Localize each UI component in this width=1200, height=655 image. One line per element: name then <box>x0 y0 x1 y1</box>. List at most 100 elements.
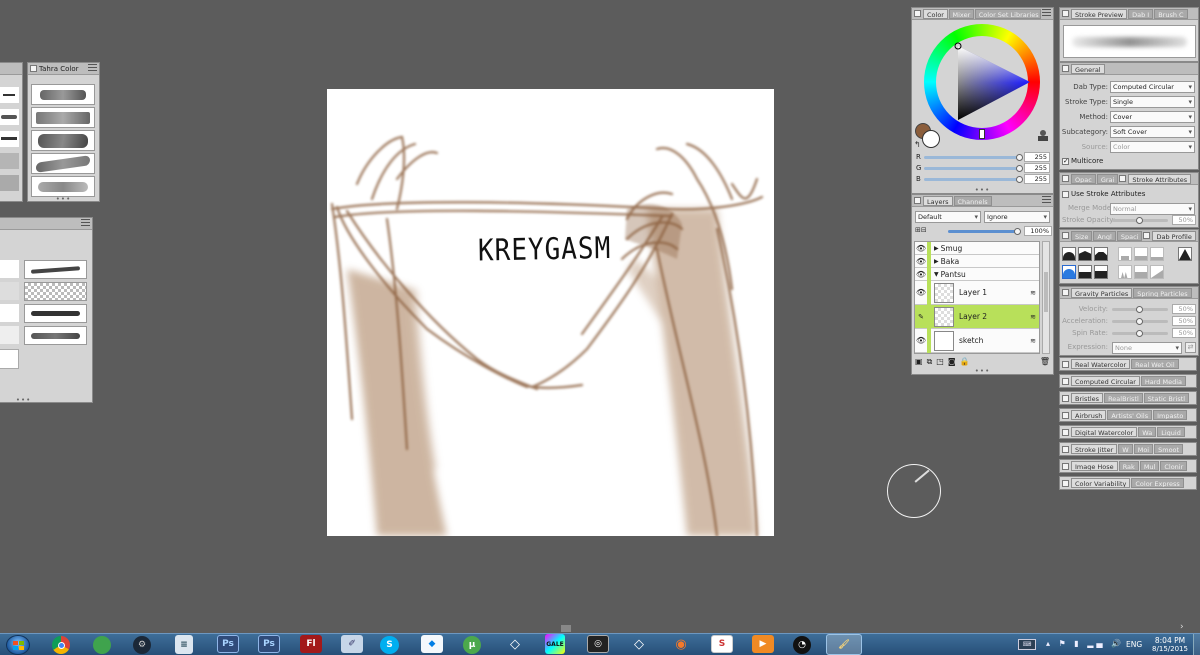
flash-icon[interactable]: Fl <box>300 635 322 653</box>
tab-real-watercolor[interactable]: Real Watercolor <box>1071 359 1131 369</box>
blend-mode-select[interactable]: Default <box>915 211 981 223</box>
stroke-attributes-titlebar[interactable]: Opac Grai Stroke Attributes <box>1060 173 1198 185</box>
brush-swatch[interactable] <box>31 84 95 105</box>
collapsed-panel-color-variability[interactable]: Color Variability Color Express <box>1059 476 1197 490</box>
eyedropper-icon[interactable] <box>1037 130 1049 142</box>
panel-menu-icon[interactable] <box>1042 196 1051 205</box>
g-slider[interactable] <box>924 167 1020 170</box>
panel-toggle-checkbox[interactable] <box>1062 394 1069 402</box>
collapsed-panel-real-watercolor[interactable]: Real Watercolor Real Wet Oil <box>1059 357 1197 371</box>
collapsed-panel-image-hose[interactable]: Image Hose Rak Mul Clonir <box>1059 459 1197 473</box>
layer-mask-icon[interactable]: ◙ <box>948 357 956 367</box>
method-select[interactable]: Cover <box>1110 111 1195 123</box>
tab-dab-preview[interactable]: Dab I <box>1128 8 1154 19</box>
dab-profile-option[interactable] <box>1150 247 1164 261</box>
brush-active-icon[interactable]: ✎ <box>915 313 927 321</box>
visibility-eye-icon[interactable]: 👁 <box>915 257 927 266</box>
new-group-icon[interactable]: ⧉ <box>927 357 933 367</box>
tab-watercolor[interactable]: Wa <box>1138 427 1157 437</box>
hue-marker[interactable] <box>979 129 985 139</box>
layer-opacity-value[interactable]: 100% <box>1024 226 1052 236</box>
tab-artists-oils[interactable]: Artists' Oils <box>1107 410 1153 420</box>
r-value[interactable]: 255 <box>1024 152 1050 162</box>
app-brush-icon[interactable]: ✐ <box>341 635 363 653</box>
tab-mouse[interactable]: Moi <box>1133 444 1154 454</box>
general-titlebar[interactable]: General <box>1060 63 1198 75</box>
obs-icon[interactable]: ◔ <box>793 636 811 654</box>
r-slider[interactable] <box>924 156 1020 159</box>
collapsed-panel-airbrush[interactable]: Airbrush Artists' Oils Impasto <box>1059 408 1197 422</box>
swap-colors-icon[interactable]: ↰ <box>914 140 921 149</box>
app-dark-icon[interactable]: ◎ <box>587 635 609 653</box>
dab-profile-option[interactable] <box>1094 247 1108 261</box>
tahra-color-titlebar[interactable]: Tahra Color <box>28 63 99 75</box>
panel-toggle-checkbox[interactable] <box>1119 175 1127 182</box>
color-wheel[interactable] <box>924 24 1040 140</box>
multicore-row[interactable]: ✓ Multicore <box>1062 157 1103 165</box>
panel-toggle-checkbox[interactable] <box>914 197 921 204</box>
brush-swatch[interactable] <box>31 107 95 128</box>
tab-real-wet-oil[interactable]: Real Wet Oil <box>1131 359 1179 369</box>
panel-menu-icon[interactable] <box>81 219 90 228</box>
composite-lock-select[interactable]: Ignore <box>984 211 1050 223</box>
r-slider-knob[interactable] <box>1016 154 1023 161</box>
panel-toggle-checkbox[interactable] <box>1062 65 1069 72</box>
panel-menu-icon[interactable] <box>88 64 97 73</box>
tab-size[interactable]: Size <box>1071 230 1093 241</box>
layer-options-icon[interactable]: ▣ <box>915 357 923 367</box>
unity2-icon[interactable]: ◇ <box>628 635 650 653</box>
tab-gravity-particles[interactable]: Gravity Particles <box>1071 287 1133 298</box>
volume-icon[interactable]: 🔊 <box>1111 639 1124 648</box>
expand-arrow-icon[interactable]: ▶ <box>934 245 939 252</box>
tab-color-variability[interactable]: Color Variability <box>1071 478 1131 488</box>
tab-image-hose[interactable]: Image Hose <box>1071 461 1118 471</box>
panel-toggle-checkbox[interactable] <box>1062 428 1069 436</box>
layer-group-row[interactable]: 👁 ▶ Smug <box>915 242 1039 255</box>
panel-toggle-checkbox[interactable] <box>1062 175 1069 182</box>
use-stroke-attributes-checkbox[interactable] <box>1062 190 1069 198</box>
dab-profile-option[interactable] <box>1178 247 1192 261</box>
panel-resize-dots[interactable]: ••• <box>56 196 71 203</box>
tab-stroke-preview[interactable]: Stroke Preview <box>1071 8 1128 19</box>
subcategory-select[interactable]: Soft Cover <box>1110 126 1195 138</box>
dab-profile-option[interactable] <box>1118 247 1132 261</box>
panel-toggle-checkbox[interactable] <box>1062 479 1069 487</box>
dab-profile-option-selected[interactable] <box>1062 265 1076 279</box>
lock-layer-icon[interactable]: 🔒 <box>960 357 970 367</box>
visibility-eye-icon[interactable]: 👁 <box>915 270 927 279</box>
app-green-icon[interactable] <box>93 636 111 654</box>
dab-profile-option[interactable] <box>1094 265 1108 279</box>
color-panel-titlebar[interactable]: Color Mixer Color Set Libraries <box>912 8 1053 20</box>
panel-toggle-checkbox[interactable] <box>1062 232 1069 239</box>
start-button[interactable] <box>6 635 30 655</box>
collapse-arrow-icon[interactable]: ▼ <box>934 271 939 278</box>
layer-opacity-knob[interactable] <box>1014 228 1021 235</box>
collapsed-panel-bristles[interactable]: Bristles RealBristl Static Bristl <box>1059 391 1197 405</box>
dab-profile-option[interactable] <box>1078 247 1092 261</box>
left-brush-titlebar[interactable] <box>0 218 92 230</box>
show-desktop-button[interactable] <box>1193 634 1200 655</box>
b-slider-knob[interactable] <box>1016 176 1023 183</box>
skype-icon[interactable]: S <box>380 636 399 654</box>
saturation-value-triangle[interactable] <box>924 24 1040 140</box>
dab-profile-titlebar[interactable]: Size Angl Spaci Dab Profile <box>1060 230 1198 242</box>
dropbox-icon[interactable]: ◆ <box>421 635 443 653</box>
b-value[interactable]: 255 <box>1024 174 1050 184</box>
steam-icon[interactable]: ⚙ <box>133 636 151 654</box>
clock[interactable]: 8:04 PM 8/15/2015 <box>1151 636 1189 654</box>
g-slider-knob[interactable] <box>1016 165 1023 172</box>
tab-angle[interactable]: Angl <box>1093 230 1116 241</box>
tab-stroke-jitter[interactable]: Stroke Jitter <box>1071 444 1118 454</box>
blender-icon[interactable]: ◉ <box>670 635 692 653</box>
panel-toggle-checkbox[interactable] <box>30 65 37 72</box>
tab-real-bristle[interactable]: RealBristl <box>1104 393 1143 403</box>
left-palette-titlebar[interactable] <box>0 63 22 75</box>
tab-grain[interactable]: Grai <box>1096 173 1119 184</box>
panel-toggle-checkbox[interactable] <box>1062 10 1069 17</box>
network-icon[interactable]: ▮ <box>1074 639 1081 648</box>
dab-profile-option[interactable] <box>1134 265 1148 279</box>
panel-toggle-checkbox[interactable] <box>1062 462 1069 470</box>
unity-icon[interactable]: ◇ <box>504 635 526 653</box>
utorrent-icon[interactable]: µ <box>463 636 481 654</box>
action-center-icon[interactable]: ⚑ <box>1059 639 1069 648</box>
